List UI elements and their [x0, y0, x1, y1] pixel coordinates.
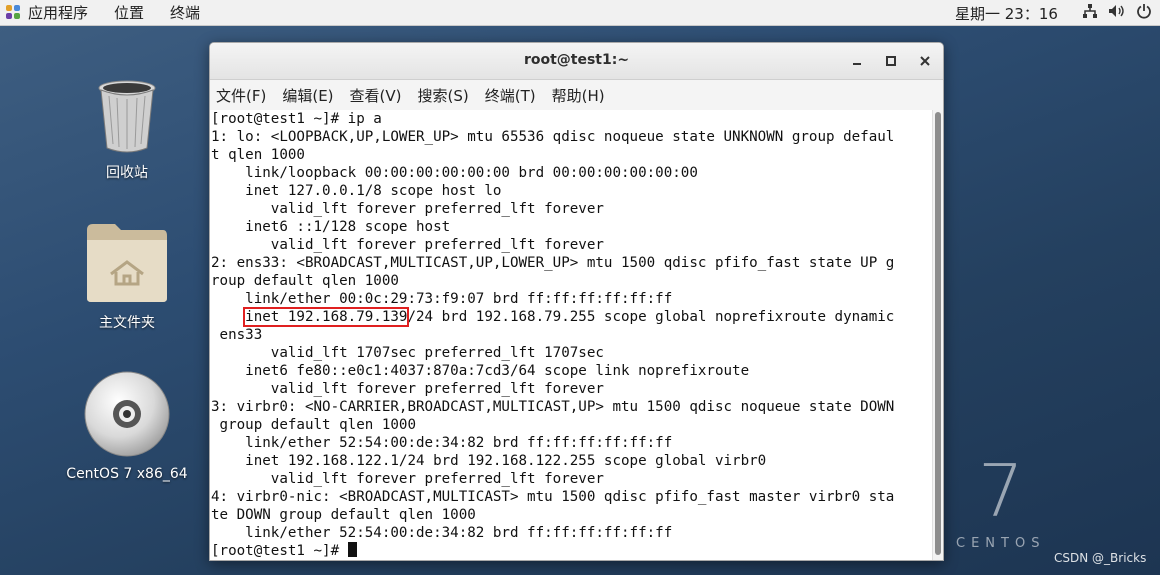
clock[interactable]: 星期一 23：16	[955, 3, 1058, 24]
minimize-icon	[853, 63, 861, 65]
disc-label: CentOS 7 x86_64	[66, 466, 188, 482]
menu-edit[interactable]: 编辑(E)	[282, 85, 333, 106]
menu-search[interactable]: 搜索(S)	[418, 85, 469, 106]
menu-help[interactable]: 帮助(H)	[552, 85, 605, 106]
terminal-line: valid_lft forever preferred_lft forever	[211, 201, 604, 217]
terminal-line: valid_lft 1707sec preferred_lft 1707sec	[211, 345, 604, 361]
trash-label: 回收站	[106, 165, 148, 181]
terminal-line: 1: lo: <LOOPBACK,UP,LOWER_UP> mtu 65536 …	[211, 129, 895, 145]
desktop-icon-disc[interactable]: CentOS 7 x86_64	[62, 370, 192, 482]
maximize-icon	[886, 56, 896, 66]
centos-watermark-word: CENTOS	[956, 536, 1046, 551]
network-icon[interactable]	[1082, 3, 1098, 19]
window-title: root@test1:~	[523, 52, 630, 68]
maximize-button[interactable]	[881, 51, 901, 71]
terminal-line: te DOWN group default qlen 1000	[211, 507, 476, 523]
terminal-app-label: 终端	[170, 4, 201, 22]
close-icon	[920, 56, 930, 66]
terminal-line: [root@test1 ~]# ip a	[211, 111, 382, 127]
terminal-line: link/loopback 00:00:00:00:00:00 brd 00:0…	[211, 165, 698, 181]
terminal-window[interactable]: root@test1:~ 文件(F) 编辑(E) 查看(V) 搜索(S) 终端(…	[209, 42, 944, 561]
window-titlebar[interactable]: root@test1:~	[210, 43, 943, 80]
disc-icon	[84, 371, 170, 457]
power-icon[interactable]	[1136, 3, 1152, 19]
terminal-prompt-line: [root@test1 ~]#	[211, 542, 932, 560]
text-cursor	[347, 542, 357, 557]
terminal-line: link/ether 00:0c:29:73:f9:07 brd ff:ff:f…	[211, 291, 673, 307]
terminal-line: valid_lft forever preferred_lft forever	[211, 381, 604, 397]
centos-watermark-number: 7	[978, 449, 1024, 533]
terminal-line: group default qlen 1000	[211, 417, 416, 433]
scrollbar-thumb[interactable]	[935, 112, 941, 555]
applications-menu[interactable]: 应用程序	[0, 2, 88, 23]
applications-icon	[6, 4, 22, 21]
terminal-line: valid_lft forever preferred_lft forever	[211, 237, 604, 253]
terminal-line: ens33	[211, 327, 263, 343]
menu-file[interactable]: 文件(F)	[216, 85, 266, 106]
menu-terminal[interactable]: 终端(T)	[485, 85, 536, 106]
desktop-icon-home[interactable]: 主文件夹	[62, 222, 192, 332]
terminal-line: valid_lft forever preferred_lft forever	[211, 471, 604, 487]
minimize-button[interactable]	[847, 51, 867, 71]
home-label: 主文件夹	[99, 315, 155, 331]
terminal-line: link/ether 52:54:00:de:34:82 brd ff:ff:f…	[211, 435, 673, 451]
system-tray[interactable]	[1082, 3, 1152, 19]
terminal-line: 3: virbr0: <NO-CARRIER,BROADCAST,MULTICA…	[211, 399, 895, 415]
applications-label: 应用程序	[28, 4, 89, 22]
volume-icon[interactable]	[1108, 3, 1126, 19]
terminal-output[interactable]: [root@test1 ~]# ip a 1: lo: <LOOPBACK,UP,…	[210, 110, 932, 560]
close-button[interactable]	[915, 51, 935, 71]
window-menubar: 文件(F) 编辑(E) 查看(V) 搜索(S) 终端(T) 帮助(H)	[210, 80, 943, 111]
terminal-line: link/ether 52:54:00:de:34:82 brd ff:ff:f…	[211, 525, 673, 541]
terminal-line: inet 127.0.0.1/8 scope host lo	[211, 183, 502, 199]
terminal-scrollbar[interactable]	[932, 110, 943, 560]
terminal-line: inet6 fe80::e0c1:4037:870a:7cd3/64 scope…	[211, 363, 750, 379]
desktop-icon-trash[interactable]: 回收站	[62, 78, 192, 182]
trash-icon	[98, 80, 156, 153]
highlight-prefix	[211, 309, 245, 325]
home-folder-icon	[87, 224, 167, 302]
credit-watermark: CSDN @_Bricks	[1054, 551, 1147, 565]
top-panel: 应用程序 位置 终端 星期一 23：16	[0, 0, 1160, 26]
places-label: 位置	[114, 4, 145, 22]
terminal-prompt: [root@test1 ~]#	[211, 543, 348, 559]
terminal-app-menu[interactable]: 终端	[170, 2, 200, 23]
terminal-line: 2: ens33: <BROADCAST,MULTICAST,UP,LOWER_…	[211, 255, 895, 271]
highlight-suffix: /24 brd 192.168.79.255 scope global nopr…	[407, 309, 895, 325]
terminal-line: t qlen 1000	[211, 147, 305, 163]
terminal-line-highlighted: inet 192.168.79.139/24 brd 192.168.79.25…	[211, 307, 932, 327]
terminal-line: inet6 ::1/128 scope host	[211, 219, 451, 235]
terminal-line: 4: virbr0-nic: <BROADCAST,MULTICAST> mtu…	[211, 489, 895, 505]
places-menu[interactable]: 位置	[114, 2, 144, 23]
terminal-line: roup default qlen 1000	[211, 273, 399, 289]
menu-view[interactable]: 查看(V)	[350, 85, 402, 106]
terminal-line: inet 192.168.122.1/24 brd 192.168.122.25…	[211, 453, 767, 469]
highlighted-ip-address: inet 192.168.79.139	[243, 307, 410, 327]
